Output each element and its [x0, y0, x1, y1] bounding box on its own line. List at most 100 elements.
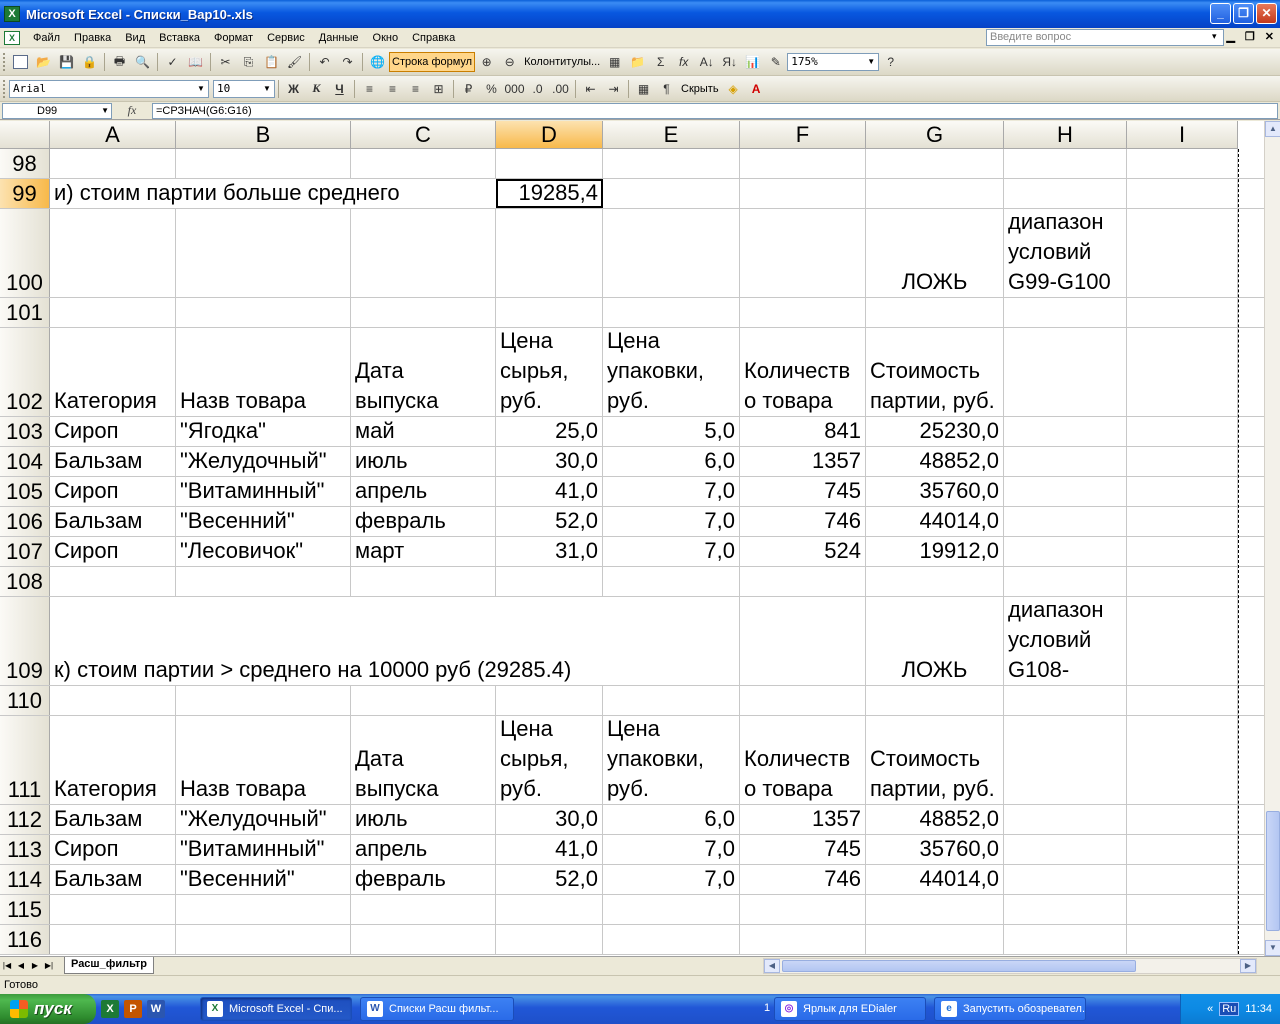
cell-h116[interactable] — [1004, 925, 1127, 954]
autosum-icon[interactable]: Σ — [650, 52, 671, 73]
zoom-select[interactable]: 175% ▼ — [787, 53, 880, 71]
cell-d99[interactable]: 19285,4 — [496, 179, 603, 208]
menu-tools[interactable]: Сервис — [260, 32, 312, 44]
formula-input[interactable]: =СРЗНАЧ(G6:G16) — [152, 102, 1278, 119]
cell-d112[interactable]: 30,0 — [496, 805, 603, 834]
cell-b111[interactable]: Назв товара — [176, 716, 351, 804]
cell-c111[interactable]: Дата выпуска — [351, 716, 496, 804]
cell-e100[interactable] — [603, 209, 740, 297]
first-sheet-icon[interactable]: |◀ — [0, 961, 14, 970]
cell-i100[interactable] — [1127, 209, 1238, 297]
cell-b102[interactable]: Назв товара — [176, 328, 351, 416]
menu-help[interactable]: Справка — [405, 32, 462, 44]
sheet-tab[interactable]: Расш_фильтр — [64, 957, 154, 974]
next-sheet-icon[interactable]: ▶ — [28, 961, 42, 970]
help-icon[interactable]: ? — [880, 52, 901, 73]
cell-g104[interactable]: 48852,0 — [866, 447, 1004, 476]
cell-d104[interactable]: 30,0 — [496, 447, 603, 476]
scroll-right-icon[interactable]: ▶ — [1240, 959, 1256, 973]
cell-e112[interactable]: 6,0 — [603, 805, 740, 834]
menu-edit[interactable]: Правка — [67, 32, 118, 44]
workbook-close-icon[interactable]: ✕ — [1265, 30, 1274, 43]
copy-icon[interactable]: ⎘ — [238, 52, 259, 73]
thousands-icon[interactable]: 000 — [504, 78, 525, 99]
cell-i113[interactable] — [1127, 835, 1238, 864]
cell-f104[interactable]: 1357 — [740, 447, 866, 476]
select-all-corner[interactable] — [0, 121, 50, 149]
cell-f108[interactable] — [740, 567, 866, 596]
chevron-down-icon[interactable]: ▼ — [261, 82, 273, 96]
cell-b101[interactable] — [176, 298, 351, 327]
cell-f109[interactable] — [740, 597, 866, 685]
cell-g99[interactable] — [866, 179, 1004, 208]
cell-g101[interactable] — [866, 298, 1004, 327]
name-box[interactable]: D99 ▼ — [2, 102, 112, 119]
row-header-114[interactable]: 114 — [0, 865, 50, 894]
new-icon[interactable] — [10, 52, 31, 73]
row-header-115[interactable]: 115 — [0, 895, 50, 924]
cell-e103[interactable]: 5,0 — [603, 417, 740, 446]
cell-g102[interactable]: Стоимость партии, руб. — [866, 328, 1004, 416]
align-center-icon[interactable]: ≡ — [382, 78, 403, 99]
sort-ascending-icon[interactable]: A↓ — [696, 52, 717, 73]
row-header-108[interactable]: 108 — [0, 567, 50, 596]
cell-f113[interactable]: 745 — [740, 835, 866, 864]
cell-g111[interactable]: Стоимость партии, руб. — [866, 716, 1004, 804]
cell-c108[interactable] — [351, 567, 496, 596]
cell-i110[interactable] — [1127, 686, 1238, 715]
permission-icon[interactable]: 🔒 — [79, 52, 100, 73]
cell-c106[interactable]: февраль — [351, 507, 496, 536]
chevron-down-icon[interactable]: ▼ — [865, 55, 877, 69]
cell-b115[interactable] — [176, 895, 351, 924]
research-icon[interactable]: 📖 — [185, 52, 206, 73]
percent-icon[interactable]: % — [481, 78, 502, 99]
cell-i115[interactable] — [1127, 895, 1238, 924]
cell-f98[interactable] — [740, 149, 866, 178]
cell-e113[interactable]: 7,0 — [603, 835, 740, 864]
chart-icon[interactable]: 📊 — [742, 52, 763, 73]
cell-f114[interactable]: 746 — [740, 865, 866, 894]
cell-a107[interactable]: Сироп — [50, 537, 176, 566]
cell-f103[interactable]: 841 — [740, 417, 866, 446]
cell-f99[interactable] — [740, 179, 866, 208]
scroll-down-icon[interactable]: ▼ — [1265, 940, 1280, 956]
paste-icon[interactable]: 📋 — [261, 52, 282, 73]
cell-h109[interactable]: диапазон условий G108- — [1004, 597, 1127, 685]
drawing-icon[interactable]: ✎ — [765, 52, 786, 73]
cell-g116[interactable] — [866, 925, 1004, 954]
row-header-103[interactable]: 103 — [0, 417, 50, 446]
row-header-99[interactable]: 99 — [0, 179, 50, 208]
cell-e106[interactable]: 7,0 — [603, 507, 740, 536]
restore-button[interactable]: ❐ — [1233, 3, 1254, 24]
cell-c110[interactable] — [351, 686, 496, 715]
cell-d113[interactable]: 41,0 — [496, 835, 603, 864]
cell-i106[interactable] — [1127, 507, 1238, 536]
cell-c112[interactable]: июль — [351, 805, 496, 834]
menu-view[interactable]: Вид — [118, 32, 152, 44]
row-header-109[interactable]: 109 — [0, 597, 50, 685]
cell-g103[interactable]: 25230,0 — [866, 417, 1004, 446]
chart-wizard-icon[interactable]: ▦ — [604, 52, 625, 73]
cell-i103[interactable] — [1127, 417, 1238, 446]
cell-g105[interactable]: 35760,0 — [866, 477, 1004, 506]
cell-a110[interactable] — [50, 686, 176, 715]
hyperlink-icon[interactable]: 🌐 — [367, 52, 388, 73]
cell-g98[interactable] — [866, 149, 1004, 178]
cell-h103[interactable] — [1004, 417, 1127, 446]
menu-file[interactable]: Файл — [26, 32, 67, 44]
save-icon[interactable]: 💾 — [56, 52, 77, 73]
chevron-down-icon[interactable]: ▼ — [101, 104, 109, 118]
menu-insert[interactable]: Вставка — [152, 32, 207, 44]
undo-icon[interactable]: ↶ — [314, 52, 335, 73]
cell-e104[interactable]: 6,0 — [603, 447, 740, 476]
cell-f115[interactable] — [740, 895, 866, 924]
cell-d98[interactable] — [496, 149, 603, 178]
scroll-left-icon[interactable]: ◀ — [764, 959, 780, 973]
cell-c105[interactable]: апрель — [351, 477, 496, 506]
cell-g108[interactable] — [866, 567, 1004, 596]
cell-a100[interactable] — [50, 209, 176, 297]
horizontal-scrollbar[interactable]: ◀ ▶ — [763, 958, 1257, 974]
cell-g110[interactable] — [866, 686, 1004, 715]
cell-g113[interactable]: 35760,0 — [866, 835, 1004, 864]
cell-h100[interactable]: диапазон условий G99-G100 — [1004, 209, 1127, 297]
